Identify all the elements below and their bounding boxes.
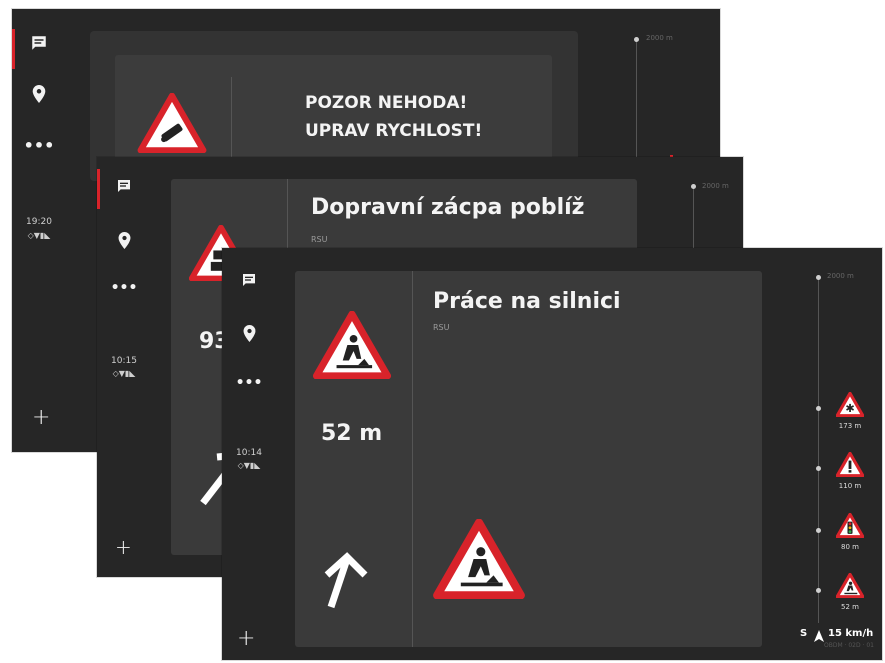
alert-title: Dopravní zácpa poblíž — [311, 195, 585, 220]
clock: 10:15 — [111, 356, 137, 366]
clock: 10:14 — [236, 448, 262, 458]
status-icons: ◇▼▮◣ — [27, 231, 51, 240]
alert-source: RSU — [311, 235, 328, 244]
location-pin-icon[interactable] — [12, 82, 66, 106]
timeline-range: 2000 m — [702, 182, 729, 190]
sidebar: ••• 19:20 ◇▼▮◣ + — [12, 9, 66, 452]
timeline-distance: 110 m — [838, 482, 862, 490]
add-icon[interactable]: + — [237, 626, 255, 651]
navigation-arrow-icon — [814, 627, 824, 646]
messages-icon[interactable] — [97, 174, 151, 198]
snow-ice-warning-sign-icon[interactable]: ✱ — [835, 391, 865, 421]
timeline-range: 2000 m — [646, 34, 673, 42]
heading: S — [800, 628, 808, 639]
footer-code: OBDM · 02D · 01 — [824, 642, 874, 649]
alert-source: RSU — [433, 323, 450, 332]
timeline-distance: 52 m — [841, 603, 859, 611]
road-works-sign-icon[interactable] — [835, 572, 865, 602]
alert-card: POZOR NEHODA! UPRAV RYCHLOST! — [115, 55, 552, 165]
add-icon[interactable]: + — [32, 405, 50, 430]
clock: 19:20 — [26, 217, 52, 227]
traffic-lights-sign-icon[interactable] — [835, 512, 865, 542]
timeline-start-dot — [691, 184, 696, 189]
sidebar: ••• 10:15 ◇▼▮◣ + — [97, 157, 151, 577]
timeline-distance: 173 m — [838, 422, 862, 430]
svg-text:✱: ✱ — [845, 402, 854, 415]
alert-title: Práce na silnici — [433, 289, 621, 314]
timeline-dot — [816, 588, 821, 593]
screen-road-works: ••• 10:14 ◇▼▮◣ + 52 m Práce na silnici R… — [222, 248, 882, 660]
alert-card: 52 m Práce na silnici RSU — [295, 271, 762, 647]
distance-timeline — [818, 278, 819, 623]
timeline-dot — [816, 466, 821, 471]
road-works-sign-large-icon — [433, 518, 525, 603]
alert-line-1: POZOR NEHODA! — [305, 93, 468, 113]
alert-line-2: UPRAV RYCHLOST! — [305, 121, 483, 141]
status-icons: ◇▼▮◣ — [112, 369, 136, 378]
status-icons: ◇▼▮◣ — [237, 461, 261, 470]
more-icon[interactable]: ••• — [97, 279, 151, 297]
accident-warning-sign-icon — [137, 92, 207, 157]
timeline-start-dot — [816, 275, 821, 280]
messages-icon[interactable] — [222, 268, 276, 292]
direction-arrow-icon — [321, 551, 371, 615]
general-danger-sign-icon[interactable] — [835, 451, 865, 481]
timeline-start-dot — [634, 37, 639, 42]
timeline-dot — [816, 528, 821, 533]
card-divider — [412, 271, 413, 647]
distance: 52 m — [321, 421, 383, 446]
timeline-range: 2000 m — [827, 272, 854, 280]
timeline-dot — [816, 406, 821, 411]
messages-icon[interactable] — [12, 31, 66, 55]
card-divider — [231, 77, 232, 165]
road-works-sign-icon — [312, 310, 392, 383]
sidebar: ••• 10:14 ◇▼▮◣ + — [222, 248, 276, 660]
timeline-distance: 80 m — [841, 543, 859, 551]
add-icon[interactable]: + — [115, 535, 132, 559]
more-icon[interactable]: ••• — [12, 135, 66, 155]
location-pin-icon[interactable] — [97, 228, 151, 252]
location-pin-icon[interactable] — [222, 321, 276, 345]
more-icon[interactable]: ••• — [222, 374, 276, 392]
current-speed: 15 km/h — [828, 628, 874, 639]
